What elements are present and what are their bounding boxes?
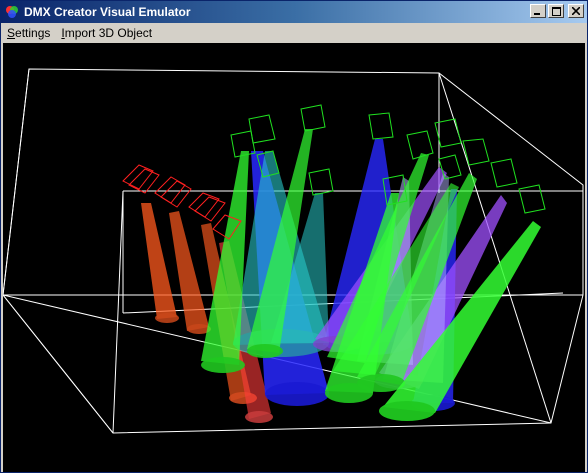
minimize-icon — [534, 13, 540, 15]
menu-settings-label: ettings — [15, 25, 51, 40]
green-fixture-6[interactable] — [368, 112, 394, 140]
red-fixture-1[interactable] — [122, 164, 154, 190]
minimize-button[interactable] — [530, 4, 546, 18]
maximize-button[interactable] — [548, 4, 564, 18]
beam-orange-1-spot — [155, 313, 179, 323]
menu-import-3d-object[interactable]: Import 3D Object — [56, 26, 157, 40]
red-fixture-1-back — [128, 168, 160, 194]
red-fixture-3-back — [194, 196, 226, 222]
red-fixture-2[interactable] — [154, 176, 186, 204]
red-fixture-2-back — [160, 180, 192, 208]
scene-canvas[interactable] — [3, 43, 585, 472]
beam-blue-1-spot — [265, 382, 329, 406]
dmx-app-icon[interactable] — [4, 4, 20, 20]
beam-green-1-spot — [201, 357, 245, 373]
green-fixture-11[interactable] — [490, 158, 518, 188]
red-fixture-3[interactable] — [188, 192, 220, 218]
beam-red-1-spot — [245, 411, 273, 423]
light-beams — [141, 129, 541, 423]
maximize-icon — [551, 6, 561, 16]
beam-green-6-spot — [379, 401, 435, 421]
green-fixture-8[interactable] — [406, 130, 434, 160]
menu-settings-mnemonic: S — [7, 25, 16, 40]
green-fixture-12[interactable] — [518, 184, 546, 214]
app-window: DMX Creator Visual Emulator Settings Imp… — [0, 0, 588, 473]
beam-green-2-spot — [247, 344, 283, 358]
title-bar[interactable]: DMX Creator Visual Emulator — [1, 1, 587, 23]
3d-viewport[interactable] — [3, 43, 585, 472]
menu-bar: Settings Import 3D Object — [1, 23, 587, 42]
menu-import-label: mport 3D Object — [64, 25, 153, 40]
close-button[interactable] — [568, 4, 584, 18]
green-fixture-4[interactable] — [300, 104, 326, 132]
fixtures — [122, 104, 546, 240]
close-icon — [572, 7, 580, 15]
window-title: DMX Creator Visual Emulator — [24, 5, 191, 19]
menu-settings[interactable]: Settings — [2, 26, 55, 40]
